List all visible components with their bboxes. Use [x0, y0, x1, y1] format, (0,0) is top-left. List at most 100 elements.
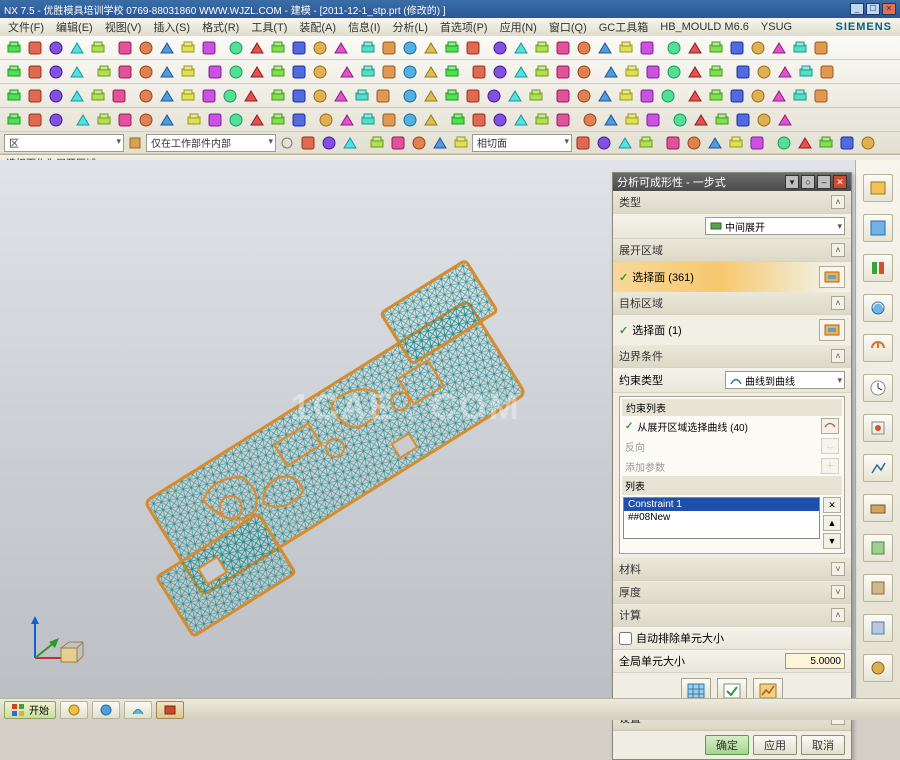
toolbar-button[interactable]: [88, 38, 108, 58]
toolbar-button[interactable]: [421, 86, 441, 106]
face-select-icon[interactable]: [819, 319, 845, 341]
toolbar-button[interactable]: [748, 86, 768, 106]
toolbar-button[interactable]: [226, 110, 246, 130]
list-delete-button[interactable]: ✕: [823, 497, 841, 513]
section-target[interactable]: 目标区域 ˄: [613, 292, 851, 315]
facetype-combo[interactable]: 相切面: [472, 134, 572, 152]
constraint-listbox[interactable]: Constraint 1 ##08New: [623, 497, 820, 539]
toolbar-button[interactable]: [484, 86, 504, 106]
toolbar-button[interactable]: [4, 110, 24, 130]
chevron-up-icon[interactable]: ˄: [831, 608, 845, 622]
toolbar-button[interactable]: [526, 86, 546, 106]
toolbar-button[interactable]: [268, 110, 288, 130]
toolbar-button[interactable]: [511, 38, 531, 58]
toolbar-button[interactable]: [4, 86, 24, 106]
chevron-down-icon[interactable]: ˅: [831, 585, 845, 599]
toolbar-button[interactable]: [178, 62, 198, 82]
toolbar-button[interactable]: [94, 110, 114, 130]
toolbar-button[interactable]: [601, 110, 621, 130]
toolbar-button[interactable]: [664, 38, 684, 58]
toolbar-button[interactable]: [774, 133, 794, 153]
menu-tools[interactable]: 工具(T): [247, 19, 291, 35]
toolbar-button[interactable]: [795, 133, 815, 153]
toolbar-button[interactable]: [289, 86, 309, 106]
dock-btn-4[interactable]: [863, 294, 893, 322]
toolbar-button[interactable]: [553, 86, 573, 106]
toolbar-button[interactable]: [46, 86, 66, 106]
toolbar-button[interactable]: [706, 86, 726, 106]
filter-btn-1[interactable]: [125, 133, 145, 153]
toolbar-button[interactable]: [136, 62, 156, 82]
list-down-button[interactable]: ▼: [823, 533, 841, 549]
cancel-button[interactable]: 取消: [801, 735, 845, 755]
toolbar-button[interactable]: [340, 133, 360, 153]
toolbar-button[interactable]: [115, 38, 135, 58]
toolbar-button[interactable]: [400, 86, 420, 106]
toolbar-button[interactable]: [490, 38, 510, 58]
toolbar-button[interactable]: [400, 62, 420, 82]
toolbar-button[interactable]: [94, 62, 114, 82]
toolbar-button[interactable]: [469, 62, 489, 82]
toolbar-button[interactable]: [636, 133, 656, 153]
toolbar-button[interactable]: [178, 38, 198, 58]
toolbar-button[interactable]: [25, 110, 45, 130]
select-face-target[interactable]: ✓选择面 (1): [613, 315, 851, 345]
toolbar-button[interactable]: [310, 86, 330, 106]
toolbar-button[interactable]: [532, 62, 552, 82]
toolbar-button[interactable]: [769, 86, 789, 106]
dock-btn-7[interactable]: [863, 414, 893, 442]
toolbar-button[interactable]: [615, 133, 635, 153]
toolbar-button[interactable]: [553, 62, 573, 82]
section-unfold[interactable]: 展开区域 ˄: [613, 239, 851, 262]
toolbar-button[interactable]: [337, 110, 357, 130]
dock-btn-11[interactable]: [863, 574, 893, 602]
dock-btn-9[interactable]: [863, 494, 893, 522]
toolbar-button[interactable]: [643, 110, 663, 130]
filter-scope-combo[interactable]: 仅在工作部件内部: [146, 134, 276, 152]
toolbar-button[interactable]: [421, 110, 441, 130]
toolbar-button[interactable]: [532, 38, 552, 58]
toolbar-button[interactable]: [754, 110, 774, 130]
toolbar-button[interactable]: [388, 133, 408, 153]
toolbar-button[interactable]: [421, 62, 441, 82]
filter-type-combo[interactable]: 区: [4, 134, 124, 152]
dock-btn-13[interactable]: [863, 654, 893, 682]
toolbar-button[interactable]: [319, 133, 339, 153]
toolbar-button[interactable]: [658, 86, 678, 106]
toolbar-button[interactable]: [790, 38, 810, 58]
toolbar-button[interactable]: [796, 62, 816, 82]
toolbar-button[interactable]: [442, 38, 462, 58]
constraint-type-combo[interactable]: 曲线到曲线: [725, 371, 845, 389]
toolbar-button[interactable]: [580, 110, 600, 130]
menu-info[interactable]: 信息(I): [344, 19, 384, 35]
toolbar-button[interactable]: [157, 86, 177, 106]
toolbar-button[interactable]: [733, 62, 753, 82]
toolbar-button[interactable]: [553, 38, 573, 58]
toolbar-button[interactable]: [4, 38, 24, 58]
toolbar-button[interactable]: [712, 110, 732, 130]
toolbar-button[interactable]: [247, 110, 267, 130]
toolbar-button[interactable]: [109, 86, 129, 106]
dock-btn-3[interactable]: [863, 254, 893, 282]
toolbar-button[interactable]: [790, 86, 810, 106]
toolbar-button[interactable]: [220, 86, 240, 106]
select-face-unfold[interactable]: ✓选择面 (361): [613, 262, 851, 292]
toolbar-button[interactable]: [157, 110, 177, 130]
section-material[interactable]: 材料 ˅: [613, 558, 851, 581]
apply-button[interactable]: 应用: [753, 735, 797, 755]
panel-menu-button[interactable]: ▾: [785, 175, 799, 189]
toolbar-button[interactable]: [88, 86, 108, 106]
toolbar-button[interactable]: [205, 62, 225, 82]
toolbar-button[interactable]: [858, 133, 878, 153]
close-button[interactable]: ✕: [882, 3, 896, 15]
chevron-up-icon[interactable]: ˄: [831, 349, 845, 363]
global-mesh-input[interactable]: 5.0000: [785, 653, 845, 669]
toolbar-button[interactable]: [226, 38, 246, 58]
toolbar-button[interactable]: [775, 62, 795, 82]
toolbar-button[interactable]: [811, 86, 831, 106]
toolbar-button[interactable]: [637, 86, 657, 106]
menu-format[interactable]: 格式(R): [198, 19, 243, 35]
toolbar-button[interactable]: [247, 38, 267, 58]
toolbar-button[interactable]: [574, 86, 594, 106]
toolbar-button[interactable]: [136, 86, 156, 106]
